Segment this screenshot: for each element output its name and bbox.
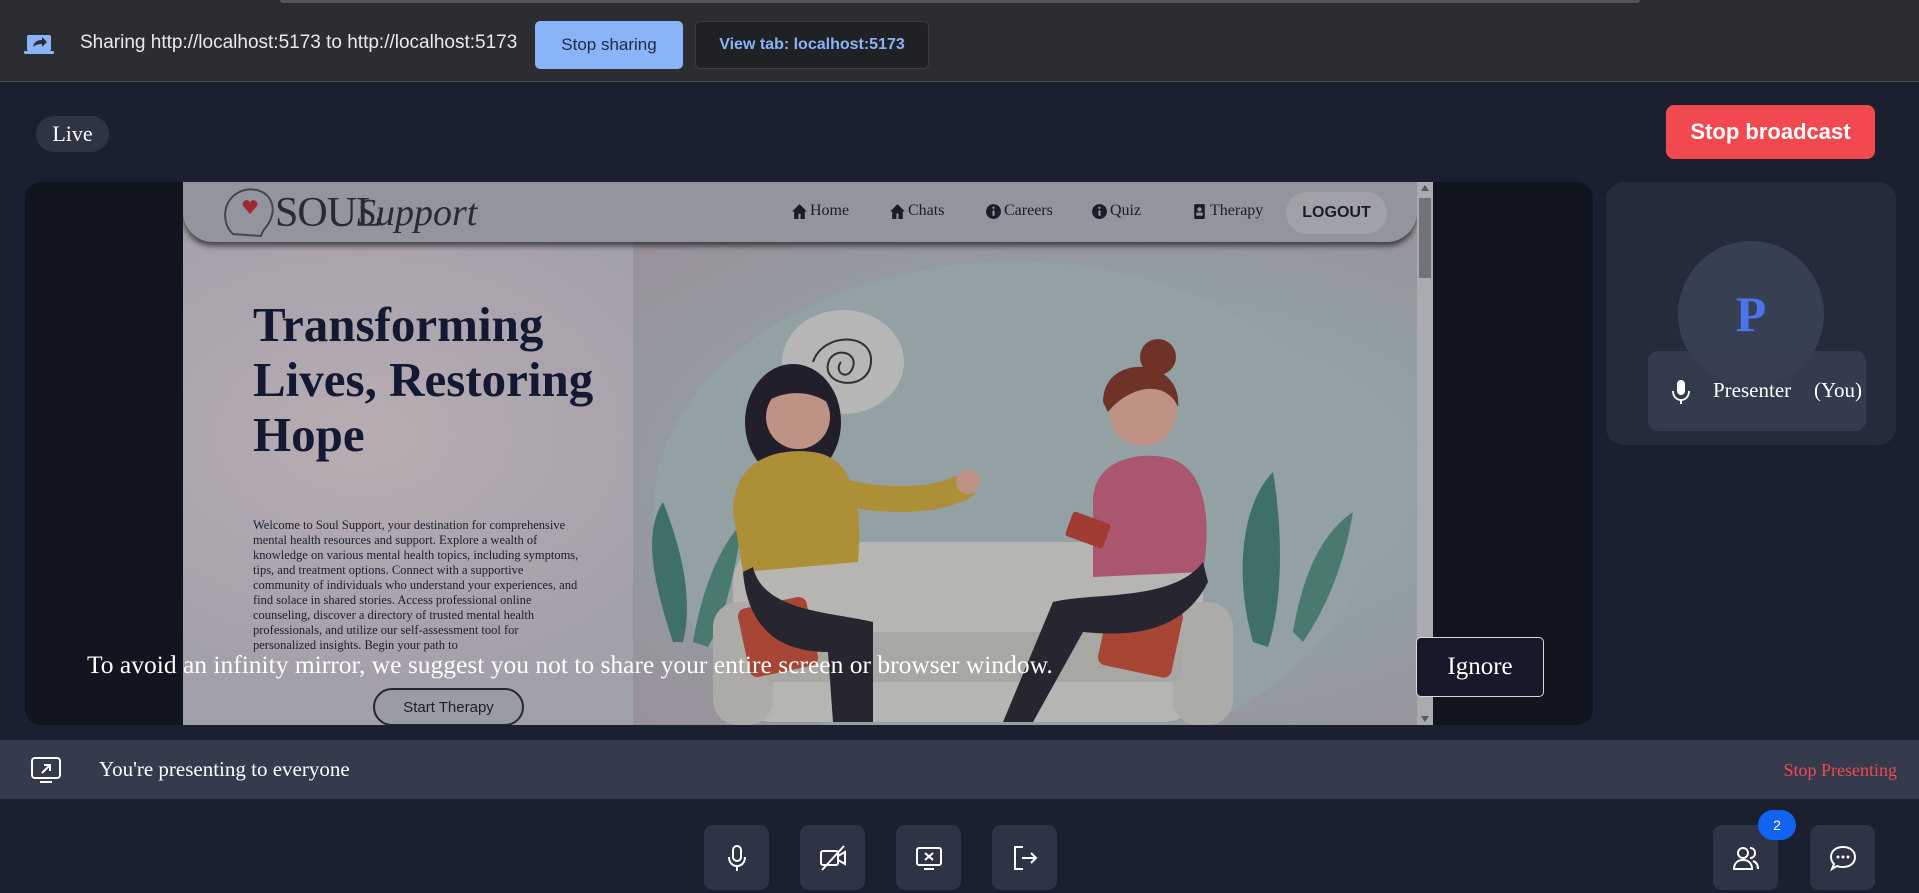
present-screen-icon — [31, 757, 61, 783]
participant-name-tag: Presenter (You) — [1648, 351, 1866, 431]
camera-toggle-button[interactable] — [800, 825, 865, 890]
shared-screen-stage: SOUL Support Home Chats Careers Quiz The… — [25, 182, 1593, 725]
stop-screen-share-button[interactable] — [896, 825, 961, 890]
share-status-text: Sharing http://localhost:5173 to http://… — [80, 32, 518, 53]
exit-icon — [1013, 845, 1037, 870]
view-tab-button[interactable]: View tab: localhost:5173 — [695, 21, 929, 69]
stop-sharing-button[interactable]: Stop sharing — [535, 21, 683, 69]
camera-off-icon — [819, 844, 846, 871]
leave-meeting-button[interactable] — [992, 825, 1057, 890]
users-icon — [1732, 846, 1759, 870]
chat-button[interactable] — [1810, 825, 1875, 890]
participant-you-label: (You) — [1814, 378, 1863, 402]
presenting-status-text: You're presenting to everyone — [99, 757, 350, 781]
participant-name: Presenter — [1713, 378, 1792, 402]
share-screen-icon — [24, 35, 54, 54]
infinity-mirror-warning: To avoid an infinity mirror, we suggest … — [87, 650, 1053, 679]
ignore-warning-button[interactable]: Ignore — [1416, 637, 1544, 697]
microphone-icon — [727, 844, 746, 871]
microphone-toggle-button[interactable] — [704, 825, 769, 890]
participant-tile: P Presenter (You) — [1606, 182, 1896, 445]
browser-tab-strip-edge — [280, 0, 1640, 3]
screen-share-stop-icon — [915, 846, 942, 870]
chat-bubble-icon — [1829, 845, 1856, 871]
stage-overlay — [25, 182, 1593, 725]
live-badge: Live — [36, 116, 109, 152]
stop-presenting-link[interactable]: Stop Presenting — [1783, 760, 1897, 781]
stop-broadcast-button[interactable]: Stop broadcast — [1666, 105, 1875, 159]
presenting-status-bar: You're presenting to everyone Stop Prese… — [0, 740, 1919, 799]
participants-count-badge: 2 — [1758, 810, 1796, 840]
screen-share-infobar: Sharing http://localhost:5173 to http://… — [0, 0, 1919, 82]
microphone-icon — [1672, 380, 1690, 404]
